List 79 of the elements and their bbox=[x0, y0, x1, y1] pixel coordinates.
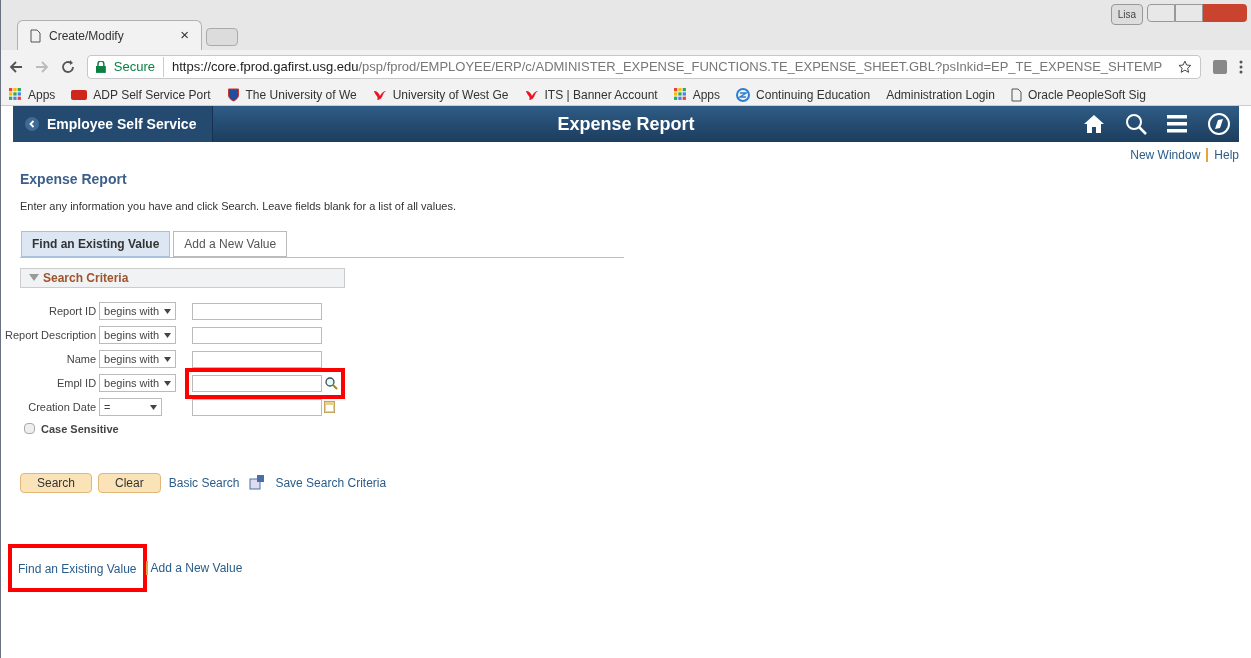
calendar-icon[interactable] bbox=[324, 401, 336, 413]
clear-button[interactable]: Clear bbox=[98, 473, 161, 493]
menu-icon[interactable] bbox=[1167, 115, 1187, 133]
page-icon bbox=[30, 28, 41, 43]
tab[interactable]: Add a New Value bbox=[173, 230, 288, 257]
search-icon[interactable] bbox=[1125, 113, 1147, 135]
bookmark[interactable]: Administration Login bbox=[886, 85, 995, 104]
input-field[interactable] bbox=[192, 374, 323, 392]
new-window-link[interactable]: New Window bbox=[1130, 146, 1201, 164]
compass-icon[interactable] bbox=[1207, 112, 1231, 136]
section-title: Expense Report bbox=[20, 170, 128, 189]
apps-grid-icon bbox=[673, 88, 687, 101]
collapse-triangle-icon bbox=[29, 273, 39, 282]
star-icon[interactable] bbox=[1178, 60, 1192, 74]
operator-dropdown[interactable]: begins with bbox=[99, 374, 177, 392]
new-tab-button[interactable] bbox=[206, 28, 238, 46]
basic-search-link[interactable]: Basic Search bbox=[168, 474, 240, 492]
secure-label: Secure bbox=[113, 57, 165, 77]
reload-icon[interactable] bbox=[61, 60, 75, 74]
lock-icon bbox=[96, 61, 106, 73]
maximize-button[interactable] bbox=[1175, 4, 1203, 22]
checkbox-label: Case Sensitive bbox=[41, 421, 119, 437]
home-icon[interactable] bbox=[1083, 114, 1105, 134]
section-header[interactable]: Search Criteria bbox=[20, 267, 345, 288]
save-search-icon[interactable] bbox=[249, 475, 266, 491]
bookmark[interactable]: Apps bbox=[9, 85, 56, 104]
logo-icon bbox=[71, 89, 88, 100]
operator-dropdown[interactable]: begins with bbox=[99, 302, 177, 320]
operator-dropdown[interactable]: begins with bbox=[99, 350, 177, 368]
close-tab-button[interactable]: × bbox=[180, 24, 189, 47]
page-title: Expense Report bbox=[557, 112, 695, 136]
back-arrow-icon[interactable] bbox=[9, 60, 23, 74]
page-icon bbox=[1010, 87, 1022, 102]
field-label: Name bbox=[65, 351, 97, 367]
field-label: Creation Date bbox=[27, 399, 97, 415]
input-field[interactable] bbox=[192, 326, 323, 344]
url-text: https://core.fprod.gafirst.usg.edu/psp/fprod/EMPLOYEE/ERP/c/ADMINISTER_EXPENSE_FUNCTIONS.TE_EXPENSE_SHEET.GBL?psInkid=EP_TE_EXPENSE_SHTEMP bbox=[172, 58, 1163, 77]
section-header-text: Search Criteria bbox=[43, 269, 129, 287]
tab[interactable]: Find an Existing Value bbox=[21, 230, 171, 257]
menu-icon[interactable] bbox=[1239, 60, 1243, 74]
bookmark[interactable]: ADP Self Service Port bbox=[71, 85, 211, 104]
caret-icon bbox=[164, 332, 172, 338]
caret-icon bbox=[164, 380, 172, 386]
field-label: Report Description bbox=[5, 327, 97, 343]
flame-icon bbox=[524, 88, 539, 101]
bookmark[interactable]: University of West Ge bbox=[372, 85, 509, 104]
search-button[interactable]: Search bbox=[20, 473, 93, 493]
back-button[interactable]: Employee Self Service bbox=[13, 106, 213, 142]
minimize-button[interactable] bbox=[1147, 4, 1175, 22]
caret-icon bbox=[164, 356, 172, 362]
input-field[interactable] bbox=[192, 350, 323, 368]
apps-grid-icon bbox=[9, 88, 22, 101]
shield-icon bbox=[226, 87, 240, 102]
forward-arrow-icon[interactable] bbox=[35, 60, 49, 74]
bookmark[interactable]: Oracle PeopleSoft Sig bbox=[1010, 85, 1146, 104]
bookmark[interactable]: Continuing Education bbox=[736, 85, 871, 104]
caret-icon bbox=[150, 404, 158, 410]
flame-icon bbox=[372, 88, 387, 101]
caret-icon bbox=[164, 308, 172, 314]
input-field[interactable] bbox=[192, 302, 323, 320]
field-label: Empl ID bbox=[55, 375, 97, 391]
circle-logo-icon bbox=[736, 87, 751, 102]
operator-dropdown[interactable]: = bbox=[99, 398, 163, 416]
operator-dropdown[interactable]: begins with bbox=[99, 326, 177, 344]
help-link[interactable]: Help bbox=[1214, 146, 1239, 164]
bookmark[interactable]: ITS | Banner Account bbox=[524, 85, 658, 104]
address-bar[interactable]: Secure https://core.fprod.gafirst.usg.edu/psp/fprod/EMPLOYEE/ERP/c/ADMINISTER_EXPENSE_FUNCTIONS.TE_EXPENSE_SHEET.GBL?psInkid=EP_TE_EXPENSE_SHTEMP bbox=[87, 55, 1201, 79]
instructions: Enter any information you have and click Search. Leave fields blank for a list of all values. bbox=[20, 199, 457, 214]
field-label: Report ID bbox=[48, 303, 97, 319]
tab-title: Create/Modify bbox=[49, 27, 125, 45]
bookmark[interactable]: The University of We bbox=[226, 85, 357, 104]
profile-button[interactable]: Lisa bbox=[1110, 4, 1143, 25]
search-icon[interactable] bbox=[324, 376, 339, 390]
bookmark[interactable]: Apps bbox=[673, 85, 721, 104]
page-link[interactable]: Add a New Value bbox=[150, 559, 243, 577]
back-icon bbox=[25, 117, 39, 131]
browser-tab[interactable]: Create/Modify × bbox=[17, 20, 202, 50]
checkbox[interactable] bbox=[24, 423, 35, 435]
save-search-criteria-link[interactable]: Save Search Criteria bbox=[275, 474, 387, 492]
